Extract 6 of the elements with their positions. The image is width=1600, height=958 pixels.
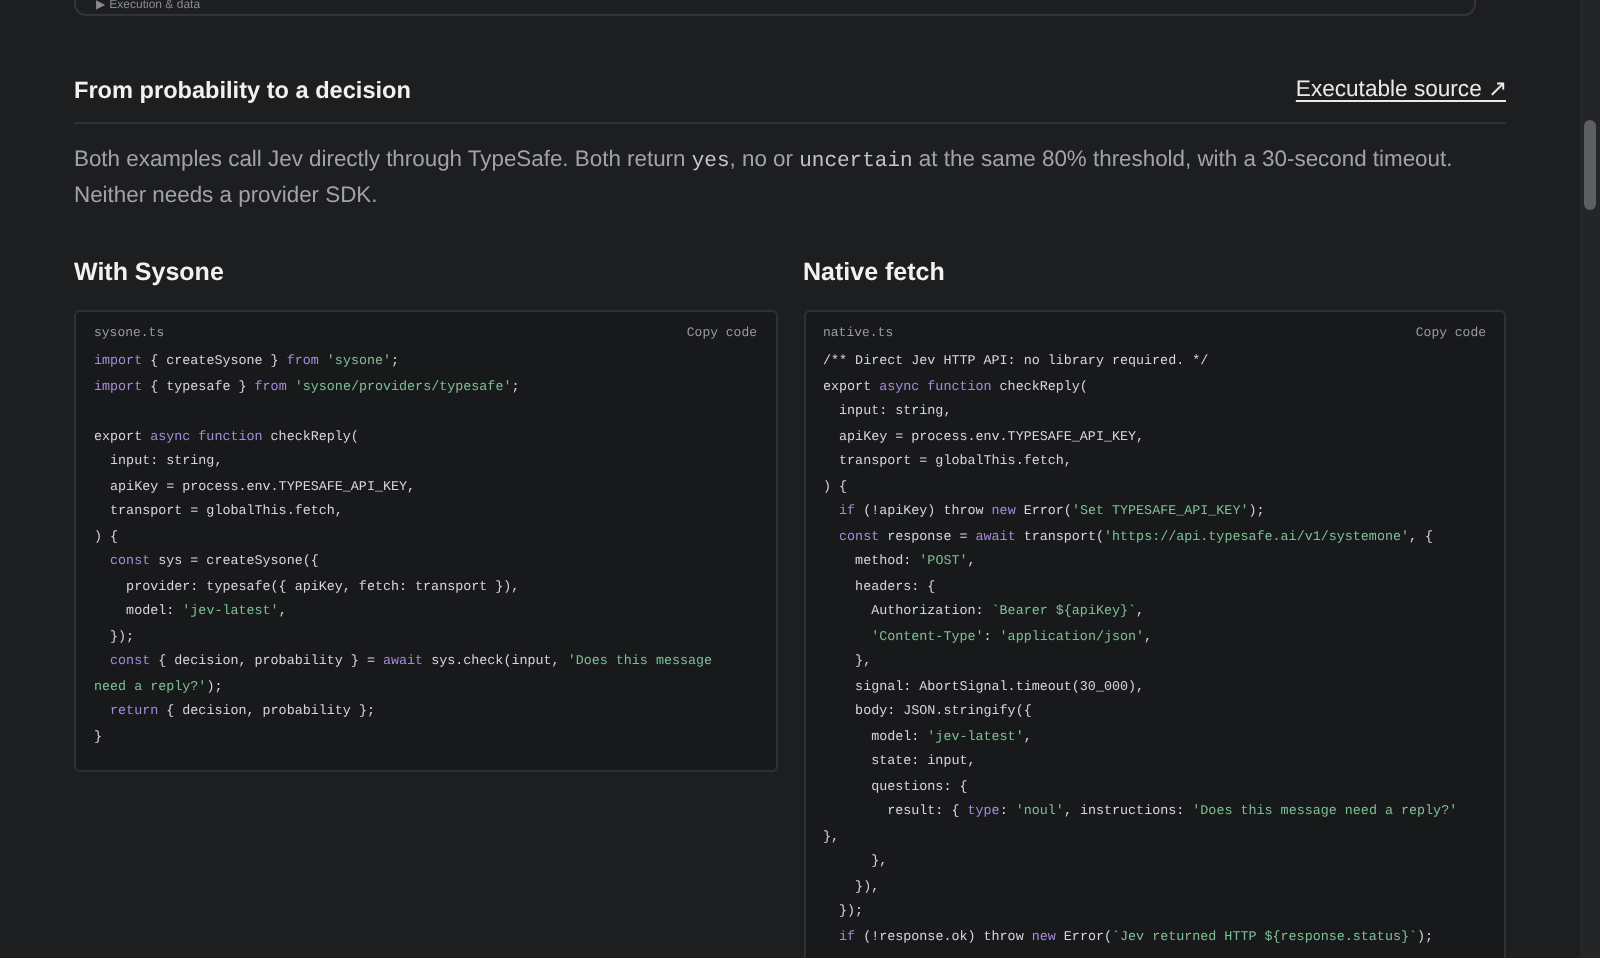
section-title: From probability to a decision [74,74,411,106]
example-heading: With Sysone [74,256,226,288]
example-heading: Native fetch [803,256,947,288]
scrollbar-thumb[interactable] [1584,120,1596,210]
intro-paragraph: Both examples call Jev directly through TypeSafe. Both return yes, no or uncertain at the same 80% threshold, with a 30-second timeout. Neither needs a provider SDK. [74,146,1455,212]
executable-source-link[interactable]: Executable source ↗ [1295,74,1506,106]
